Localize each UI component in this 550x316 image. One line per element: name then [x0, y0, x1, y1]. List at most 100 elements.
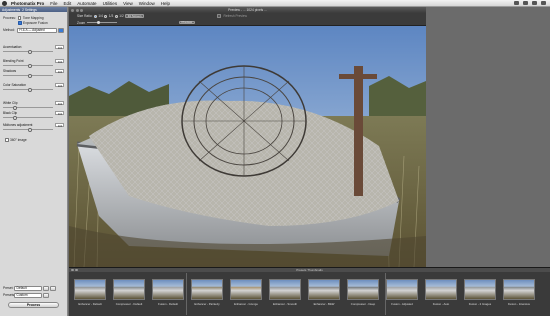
- zoom-icon[interactable]: [80, 8, 83, 12]
- slider-value-field[interactable]: 0.0: [55, 58, 64, 64]
- close-icon[interactable]: [71, 268, 74, 272]
- size-radio-1[interactable]: [93, 14, 97, 18]
- image360-checkbox[interactable]: [5, 138, 9, 142]
- thumbnail-caption: Fusion - Adjusted: [391, 302, 413, 306]
- slider-value-field[interactable]: 0.0: [55, 82, 64, 88]
- thumbnail-image: [113, 279, 145, 300]
- menu-automate[interactable]: Automate: [77, 1, 96, 6]
- thumbnail-image: [464, 279, 496, 300]
- thumbnail-caption: Enhancer - Painterly: [194, 302, 220, 306]
- slider-accentuation: Accentuation 0.0: [3, 44, 64, 55]
- preview-button[interactable]: Preview: [179, 20, 195, 24]
- zoom-slider[interactable]: [86, 20, 117, 24]
- menu-view[interactable]: View: [123, 1, 133, 6]
- preset-thumbnail[interactable]: Fusion - 2 Images: [464, 279, 496, 306]
- preset-thumbnail[interactable]: Enhancer - B&W: [308, 279, 340, 306]
- thumbnail-image: [152, 279, 184, 300]
- slider-track[interactable]: [3, 107, 53, 108]
- slider-value-field[interactable]: 0.0: [55, 110, 64, 116]
- preset-thumbnail[interactable]: Fusion - Adjusted: [386, 279, 418, 306]
- thumbnail-image: [503, 279, 535, 300]
- slider-knob[interactable]: [28, 87, 32, 92]
- preset-load-button[interactable]: [50, 286, 56, 291]
- menu-window[interactable]: Window: [139, 1, 155, 6]
- wifi-icon[interactable]: [514, 1, 519, 5]
- menu-file[interactable]: File: [50, 1, 57, 6]
- tone-mapping-checkbox[interactable]: [17, 16, 22, 20]
- preset-select[interactable]: Default: [14, 286, 42, 291]
- size-radio-3[interactable]: [114, 14, 118, 18]
- slider-blending-point: Blending Point 0.0: [3, 58, 64, 69]
- preset-thumbnail[interactable]: Enhancer - Default: [74, 279, 106, 306]
- preset-thumbnail[interactable]: Enhancer - Smooth: [269, 279, 301, 306]
- preview-title: Preview - ... 1024 pixels ...: [228, 8, 267, 12]
- size-radio-2[interactable]: [104, 14, 108, 18]
- slider-value-field[interactable]: 0.0: [55, 68, 64, 74]
- preset-thumbnail[interactable]: Enhancer - Painterly: [191, 279, 223, 306]
- preset-thumbnail[interactable]: Compressor - Default: [113, 279, 145, 306]
- panel-tabs: Adjustments 2 Settings: [0, 7, 67, 12]
- slider-value-field[interactable]: 0.0: [55, 44, 64, 50]
- method-label: Method:: [3, 28, 15, 33]
- slider-midtones-adjustment: Midtones adjustment 0.0: [3, 122, 64, 133]
- battery-icon[interactable]: [532, 1, 537, 5]
- menu-edit[interactable]: Edit: [64, 1, 72, 6]
- slider-label: Accentuation: [3, 45, 22, 49]
- menu-utilities[interactable]: Utilities: [103, 1, 118, 6]
- preset-thumbnail[interactable]: Fusion - Intensive: [503, 279, 535, 306]
- preset-thumbnail[interactable]: Fusion - Default: [152, 279, 184, 306]
- preset-thumbnail[interactable]: Enhancer - Grunge: [230, 279, 262, 306]
- fit-screen-button[interactable]: Fit Screen: [125, 14, 144, 18]
- slider-value-field[interactable]: 0.0: [55, 122, 64, 128]
- preset-thumbnail[interactable]: Compressor - Deep: [347, 279, 379, 306]
- preview-image[interactable]: [69, 26, 426, 267]
- minimize-icon[interactable]: [75, 8, 79, 12]
- size-option-label: 1/3: [108, 14, 114, 18]
- presets-menu-button[interactable]: [43, 293, 49, 298]
- minimize-icon[interactable]: [75, 268, 78, 272]
- slider-knob[interactable]: [28, 63, 32, 68]
- process-row: Process: Tone Mapping: [3, 16, 64, 20]
- slider-value-field[interactable]: 0.0: [55, 100, 64, 106]
- strip-window-controls: [71, 268, 78, 272]
- size-ratio-label: Size Ratio:: [77, 14, 93, 18]
- method-row: Method: H & A — Adjusted: [3, 28, 64, 33]
- menu-help[interactable]: Help: [161, 1, 170, 6]
- thumbnail-list: Enhancer - Default Compressor - Default Fu…: [74, 279, 535, 306]
- preset-thumbnail[interactable]: Fusion - Auto: [425, 279, 457, 306]
- method-select[interactable]: H & A — Adjusted: [16, 28, 57, 33]
- thumbnail-image: [425, 279, 457, 300]
- process-button[interactable]: Process: [8, 302, 59, 308]
- tab-adjustments[interactable]: Adjustments: [2, 8, 20, 12]
- image360-label: 360° image: [10, 138, 27, 142]
- volume-icon[interactable]: [523, 1, 528, 5]
- zoom-label: Zoom: [77, 20, 86, 25]
- slider-knob[interactable]: [28, 49, 32, 54]
- slider-label: Color Saturation: [3, 83, 27, 87]
- slider-track[interactable]: [3, 117, 53, 118]
- status-icons: [510, 1, 546, 5]
- boat-photo: [69, 26, 426, 267]
- window-controls: [71, 8, 83, 12]
- close-icon[interactable]: [71, 8, 74, 12]
- apple-icon[interactable]: [2, 0, 7, 6]
- slider-knob[interactable]: [13, 115, 17, 120]
- process-label: Process:: [3, 16, 16, 20]
- thumbnail-caption: Enhancer - Grunge: [234, 302, 258, 306]
- preset-save-button[interactable]: [43, 286, 49, 291]
- slider-knob[interactable]: [28, 73, 32, 78]
- slider-knob[interactable]: [28, 127, 32, 132]
- slider-color-saturation: Color Saturation 0.0: [3, 82, 64, 93]
- slider-knob[interactable]: [13, 105, 17, 110]
- exposure-fusion-row: Exposure Fusion: [18, 21, 64, 25]
- presets-select[interactable]: Custom: [14, 293, 42, 298]
- presets-label: Presets:: [3, 293, 16, 298]
- exposure-fusion-checkbox[interactable]: [18, 21, 22, 25]
- slider-label: White Clip: [3, 101, 18, 105]
- refresh-checkbox[interactable]: [217, 14, 221, 18]
- spotlight-icon[interactable]: [541, 1, 546, 5]
- presets-row: Presets: Custom: [3, 293, 64, 298]
- tab-settings[interactable]: 2 Settings: [22, 8, 37, 12]
- method-info-button[interactable]: [58, 28, 64, 33]
- app-menu[interactable]: Photomatix Pro: [11, 1, 44, 6]
